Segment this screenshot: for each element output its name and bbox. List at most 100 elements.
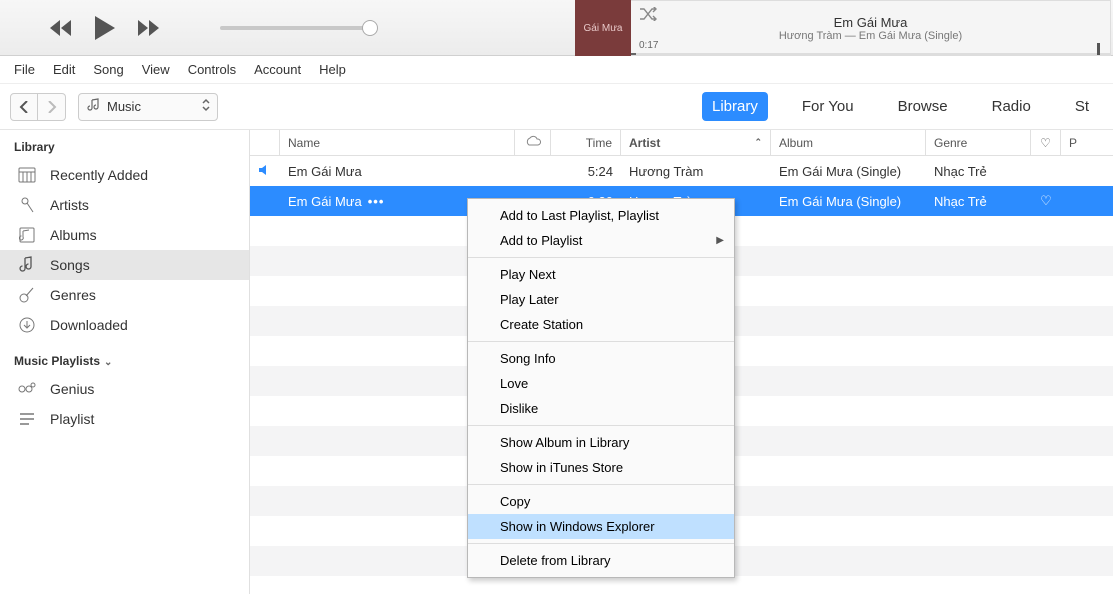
source-selector[interactable]: Music <box>78 93 218 121</box>
elapsed-time: 0:17 <box>639 40 658 51</box>
back-button[interactable] <box>10 93 38 121</box>
table-row[interactable]: Em Gái Mưa 5:24 Hương Tràm Em Gái Mưa (S… <box>250 156 1113 186</box>
cm-delete[interactable]: Delete from Library <box>468 548 734 573</box>
source-label: Music <box>107 99 141 114</box>
menu-bar: File Edit Song View Controls Account Hel… <box>0 56 1113 84</box>
track-genre: Nhạc Trẻ <box>926 164 1031 179</box>
menu-controls[interactable]: Controls <box>188 62 236 77</box>
menu-account[interactable]: Account <box>254 62 301 77</box>
sidebar-item-label: Albums <box>50 227 97 243</box>
menu-help[interactable]: Help <box>319 62 346 77</box>
prev-button[interactable] <box>50 20 72 36</box>
column-artist[interactable]: Artist⌃ <box>621 130 771 155</box>
volume-knob[interactable] <box>362 20 378 36</box>
sidebar-item-recently-added[interactable]: Recently Added <box>0 160 249 190</box>
song-icon <box>18 256 36 274</box>
now-playing-info[interactable]: Em Gái Mưa Hương Tràm — Em Gái Mưa (Sing… <box>631 0 1111 56</box>
track-time: 5:24 <box>551 164 621 179</box>
cm-dislike[interactable]: Dislike <box>468 396 734 421</box>
album-art[interactable]: Gái Mưa <box>575 0 631 56</box>
sidebar-item-label: Songs <box>50 257 90 273</box>
mic-icon <box>18 196 36 214</box>
cm-separator <box>468 341 734 342</box>
column-album[interactable]: Album <box>771 130 926 155</box>
play-button[interactable] <box>94 16 116 40</box>
sidebar-item-label: Genres <box>50 287 96 303</box>
sidebar-item-albums[interactable]: Albums <box>0 220 249 250</box>
track-progress-bar[interactable] <box>631 53 1110 55</box>
shuffle-icon[interactable] <box>639 7 657 24</box>
cm-play-next[interactable]: Play Next <box>468 262 734 287</box>
sidebar-item-label: Recently Added <box>50 167 148 183</box>
clock-grid-icon <box>18 167 36 183</box>
tab-browse[interactable]: Browse <box>888 92 958 121</box>
main-tabs: Library For You Browse Radio St <box>702 92 1113 121</box>
tab-store[interactable]: St <box>1065 92 1099 121</box>
sidebar-playlists-header[interactable]: Music Playlists⌄ <box>0 350 249 374</box>
tab-for-you[interactable]: For You <box>792 92 864 121</box>
cloud-icon <box>524 135 542 150</box>
sidebar-item-playlist[interactable]: Playlist <box>0 404 249 434</box>
forward-button[interactable] <box>38 93 66 121</box>
tab-radio[interactable]: Radio <box>982 92 1041 121</box>
sidebar-item-label: Artists <box>50 197 89 213</box>
track-progress-knob[interactable] <box>1097 43 1100 55</box>
cm-create-station[interactable]: Create Station <box>468 312 734 337</box>
playback-controls <box>50 16 160 40</box>
now-playing-panel: Gái Mưa Em Gái Mưa Hương Tràm — Em Gái M… <box>575 0 1111 56</box>
cm-show-store[interactable]: Show in iTunes Store <box>468 455 734 480</box>
column-name[interactable]: Name <box>280 130 515 155</box>
sidebar: Library Recently Added Artists Albums So… <box>0 130 250 594</box>
now-playing-speaker-icon <box>258 164 272 179</box>
volume-slider[interactable] <box>220 26 370 30</box>
cm-song-info[interactable]: Song Info <box>468 346 734 371</box>
tab-bar: Music Library For You Browse Radio St <box>0 84 1113 130</box>
cm-add-last-playlist[interactable]: Add to Last Playlist, Playlist <box>468 203 734 228</box>
sort-asc-icon: ⌃ <box>754 137 762 148</box>
column-popularity[interactable]: P <box>1061 136 1101 150</box>
album-icon <box>18 227 36 243</box>
sidebar-item-genres[interactable]: Genres <box>0 280 249 310</box>
chevron-down-icon: ⌄ <box>104 357 112 368</box>
heart-icon: ♡ <box>1040 136 1051 150</box>
download-icon <box>18 317 36 333</box>
track-name: Em Gái Mưa <box>280 164 515 179</box>
sidebar-item-genius[interactable]: Genius <box>0 374 249 404</box>
cm-show-explorer[interactable]: Show in Windows Explorer <box>468 514 734 539</box>
track-genre: Nhạc Trẻ <box>926 194 1031 209</box>
cm-love[interactable]: Love <box>468 371 734 396</box>
column-playing-indicator[interactable] <box>250 130 280 155</box>
cm-show-album[interactable]: Show Album in Library <box>468 430 734 455</box>
column-genre[interactable]: Genre <box>926 130 1031 155</box>
guitar-icon <box>18 286 36 304</box>
cm-copy[interactable]: Copy <box>468 489 734 514</box>
menu-song[interactable]: Song <box>93 62 123 77</box>
column-cloud[interactable] <box>515 130 551 155</box>
menu-view[interactable]: View <box>142 62 170 77</box>
cm-separator <box>468 484 734 485</box>
menu-file[interactable]: File <box>14 62 35 77</box>
more-options-button[interactable]: ••• <box>368 194 385 209</box>
sidebar-item-downloaded[interactable]: Downloaded <box>0 310 249 340</box>
column-love[interactable]: ♡ <box>1031 130 1061 155</box>
track-album: Em Gái Mưa (Single) <box>771 194 926 209</box>
column-time[interactable]: Time <box>551 130 621 155</box>
sidebar-item-songs[interactable]: Songs <box>0 250 249 280</box>
cm-play-later[interactable]: Play Later <box>468 287 734 312</box>
sidebar-item-artists[interactable]: Artists <box>0 190 249 220</box>
sidebar-item-label: Genius <box>50 381 94 397</box>
chevron-updown-icon <box>201 98 211 115</box>
tab-library[interactable]: Library <box>702 92 768 121</box>
now-playing-subtitle: Hương Tràm — Em Gái Mưa (Single) <box>779 30 962 42</box>
sidebar-library-header: Library <box>0 136 249 160</box>
love-icon[interactable]: ♡ <box>1040 193 1052 209</box>
next-button[interactable] <box>138 20 160 36</box>
music-note-icon <box>87 98 101 115</box>
track-album: Em Gái Mưa (Single) <box>771 164 926 179</box>
playlist-icon <box>18 412 36 426</box>
column-header-row: Name Time Artist⌃ Album Genre ♡ P <box>250 130 1113 156</box>
submenu-arrow-icon: ▶ <box>716 235 724 246</box>
menu-edit[interactable]: Edit <box>53 62 75 77</box>
cm-add-to-playlist[interactable]: Add to Playlist▶ <box>468 228 734 253</box>
context-menu: Add to Last Playlist, Playlist Add to Pl… <box>467 198 735 578</box>
